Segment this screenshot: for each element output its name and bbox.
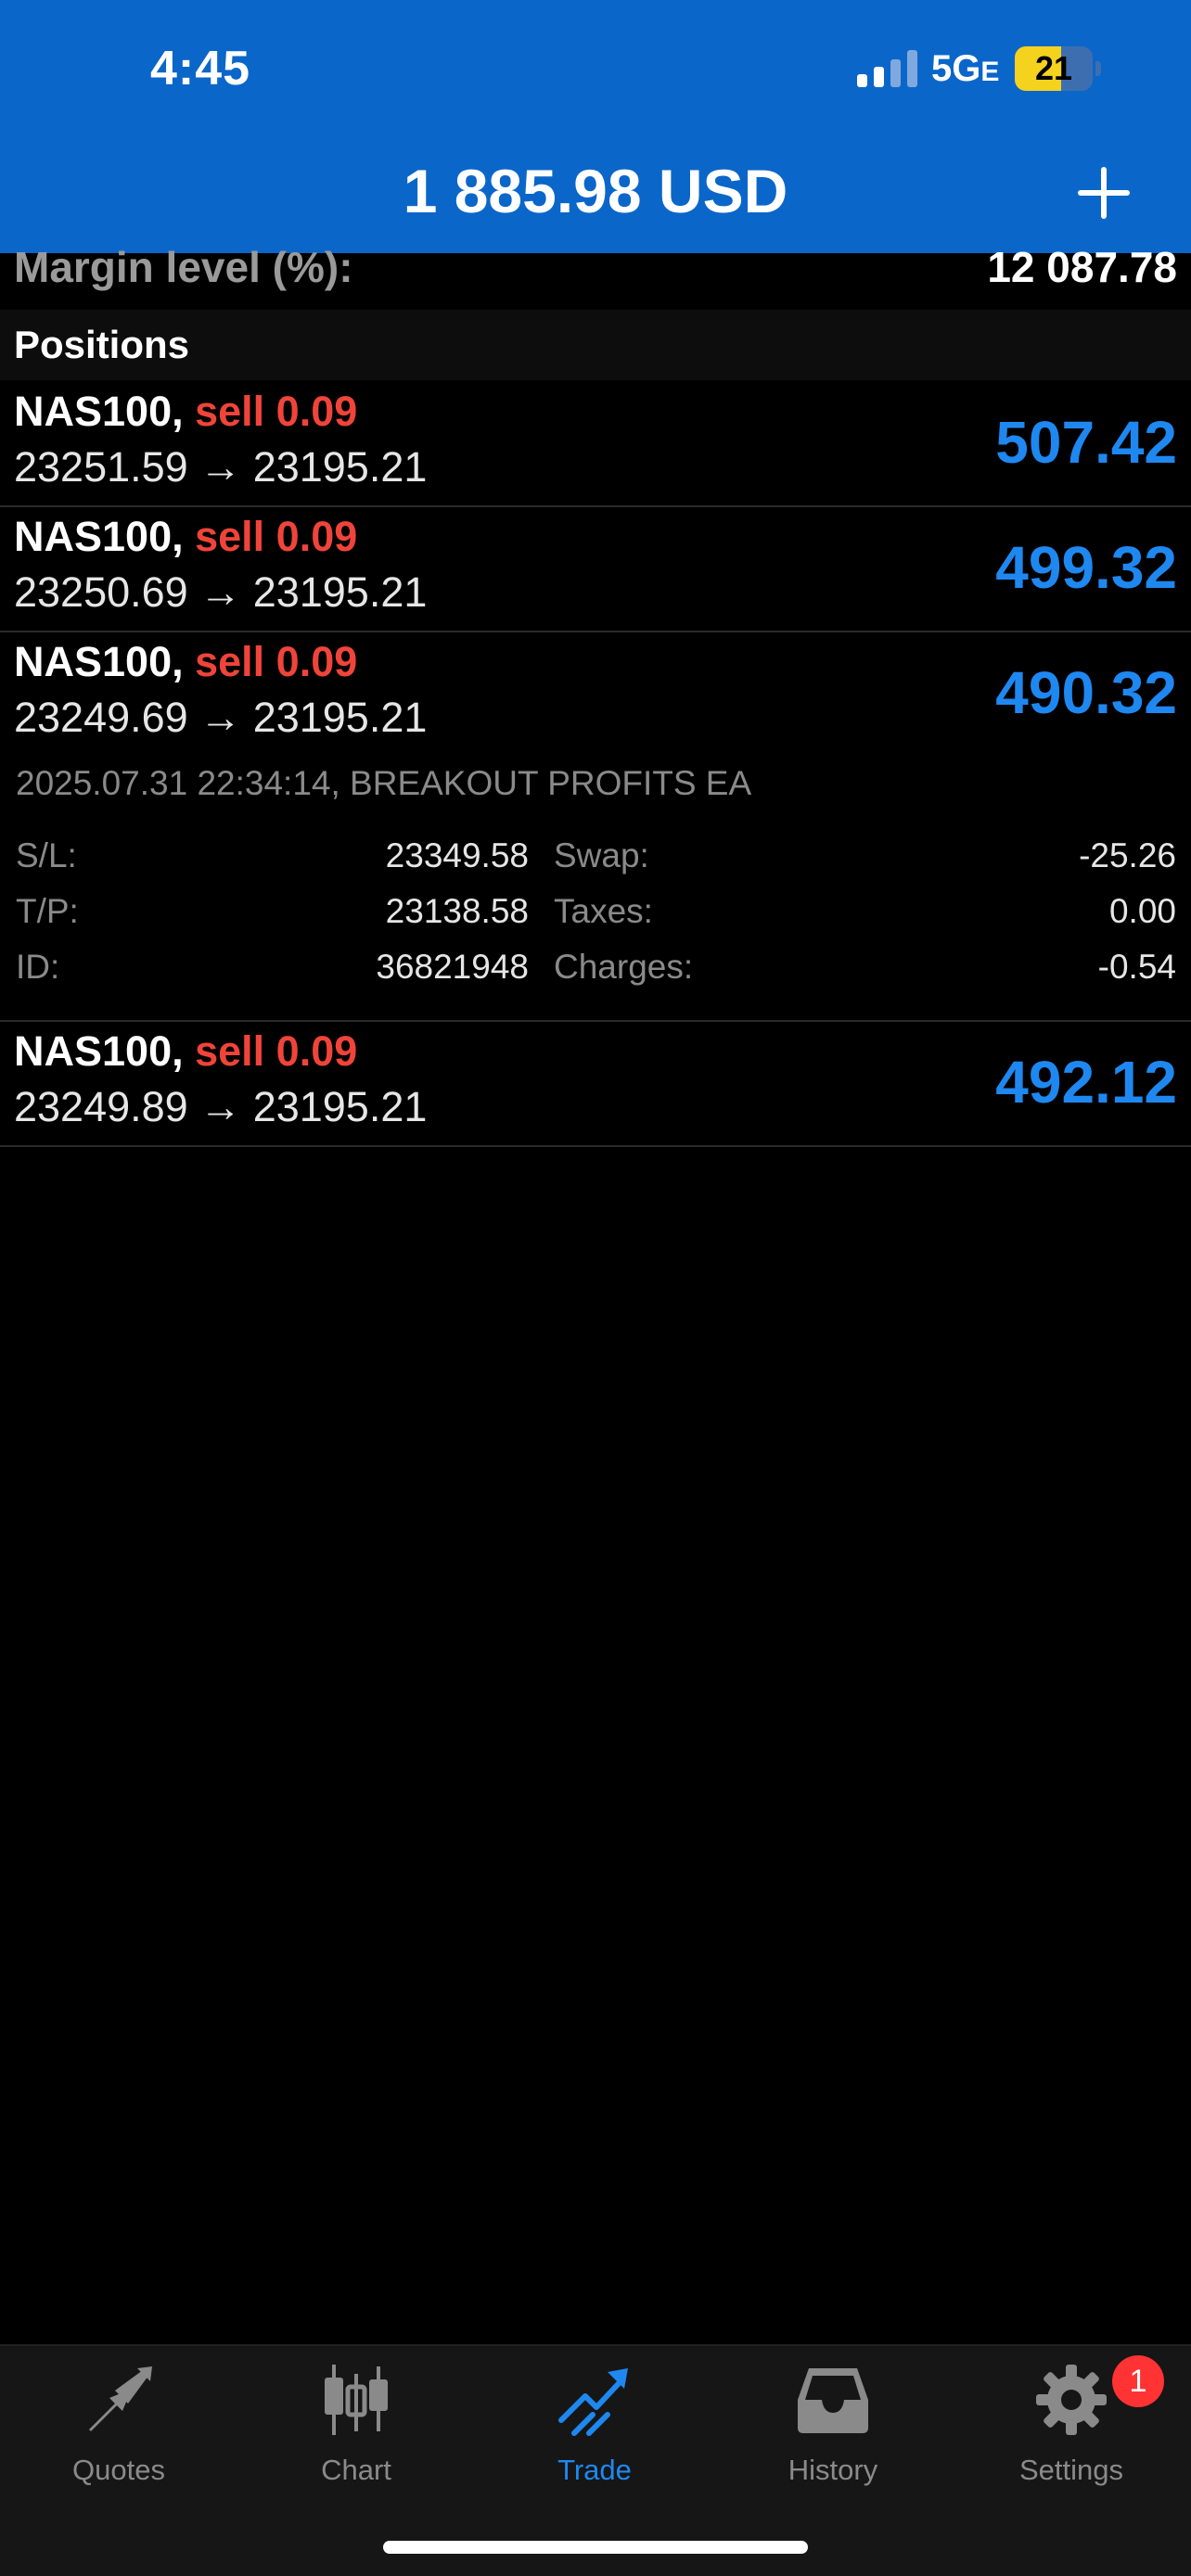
new-order-button[interactable] [1078,167,1130,219]
tab-history[interactable]: History [714,2346,952,2504]
home-indicator[interactable] [383,2541,808,2554]
position-comment: 2025.07.31 22:34:14, BREAKOUT PROFITS EA [16,764,752,802]
position-row[interactable]: NAS100, sell 0.09 23250.69 → 23195.21 49… [0,507,1191,632]
trade-icon [558,2368,628,2436]
position-row[interactable]: NAS100, sell 0.09 23251.59 → 23195.21 50… [0,382,1191,507]
position-prices: 23249.69 → 23195.21 [14,694,428,741]
tab-settings[interactable]: 1 Settings [953,2346,1190,2504]
swap-value: -25.26 [1079,836,1176,874]
tab-trade[interactable]: Trade [476,2346,713,2504]
battery-level: 21 [1034,49,1073,87]
position-side: sell 0.09 [195,513,358,560]
positions-section-header: Positions [0,310,1191,380]
gear-icon [1036,2365,1107,2435]
tp-label: T/P: [16,892,79,930]
id-value: 36821948 [376,948,529,986]
tab-quotes[interactable]: Quotes [0,2346,237,2504]
position-side: sell 0.09 [195,638,358,685]
network-indicator: 5GE [931,48,1000,89]
tab-label: Chart [321,2454,391,2486]
position-symbol: NAS100, sell 0.09 [14,1027,358,1075]
tab-label: History [788,2454,878,2486]
margin-level-value: 12 087.78 [987,243,1177,291]
account-balance: 1 885.98 USD [403,157,788,225]
position-profit: 490.32 [995,659,1177,726]
position-side: sell 0.09 [195,1027,358,1075]
position-prices: 23250.69 → 23195.21 [14,568,428,616]
history-icon [798,2368,868,2433]
tab-label: Settings [1018,2454,1123,2486]
margin-level-label: Margin level (%): [14,243,353,291]
position-symbol: NAS100, sell 0.09 [14,638,358,685]
chart-icon [325,2365,388,2435]
sl-label: S/L: [16,836,77,874]
position-side: sell 0.09 [195,388,358,435]
charges-label: Charges: [554,948,694,986]
position-prices: 23251.59 → 23195.21 [14,443,428,491]
trade-screen: 4:45 5GE 21 1 885.98 USD Margin level (%… [0,0,1191,2576]
tab-label: Quotes [72,2454,165,2486]
position-row[interactable]: NAS100, sell 0.09 23249.89 → 23195.21 49… [0,1022,1191,1147]
cellular-signal-icon [857,50,918,87]
battery-icon: 21 [1015,46,1093,91]
id-label: ID: [16,948,60,986]
position-symbol: NAS100, sell 0.09 [14,513,358,560]
status-time: 4:45 [150,42,251,96]
taxes-value: 0.00 [1108,892,1176,930]
tab-label: Trade [557,2454,632,2486]
position-row-expanded[interactable]: NAS100, sell 0.09 23249.69 → 23195.21 49… [0,632,1191,1022]
battery-cap [1095,61,1101,76]
positions-title: Positions [14,323,190,366]
swap-label: Swap: [554,836,649,874]
position-symbol: NAS100, sell 0.09 [14,388,358,435]
charges-value: -0.54 [1097,948,1176,986]
app-header: 4:45 5GE 21 1 885.98 USD [0,0,1191,253]
position-prices: 23249.89 → 23195.21 [14,1083,428,1130]
quotes-icon [89,2366,152,2431]
notification-badge: 1 [1112,2355,1164,2407]
position-profit: 507.42 [995,409,1177,476]
sl-value: 23349.58 [385,836,529,874]
margin-level-row: Margin level (%): 12 087.78 [0,243,1191,309]
position-profit: 499.32 [995,534,1177,601]
tp-value: 23138.58 [385,892,529,930]
taxes-label: Taxes: [554,892,653,930]
position-profit: 492.12 [995,1049,1177,1116]
tab-chart[interactable]: Chart [237,2346,475,2504]
